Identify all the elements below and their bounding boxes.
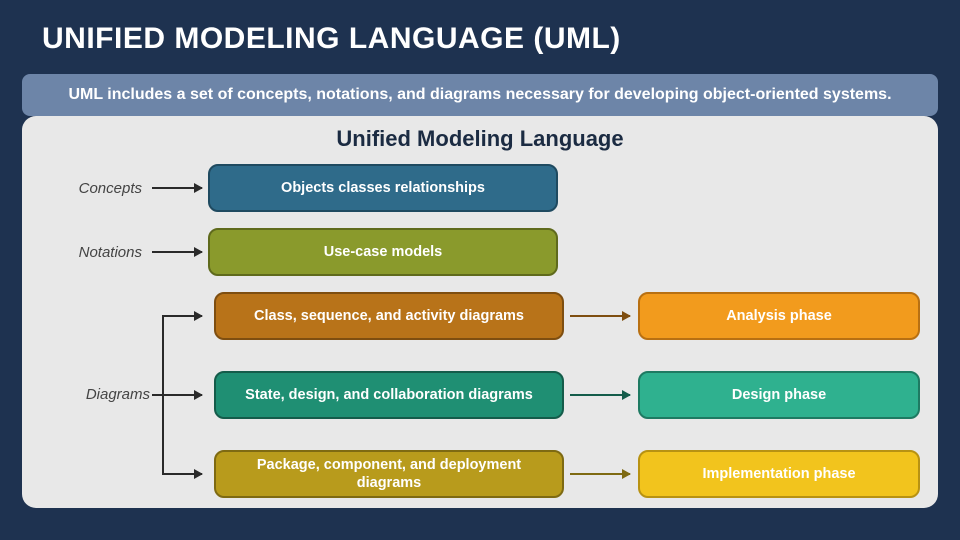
box-phase2: Design phase [638, 371, 920, 419]
row-diag2: State, design, and collaboration diagram… [208, 371, 920, 419]
label-concepts: Concepts [22, 180, 152, 197]
box-phase3: Implementation phase [638, 450, 920, 498]
arrow-icon [570, 473, 630, 475]
subtitle-bar: UML includes a set of concepts, notation… [22, 74, 938, 116]
content-panel: Unified Modeling Language Concepts Objec… [22, 116, 938, 508]
row-diag3: Package, component, and deployment diagr… [208, 450, 920, 498]
row-notations: Notations Use-case models [22, 228, 938, 276]
label-diagrams: Diagrams [22, 386, 150, 403]
label-notations: Notations [22, 244, 152, 261]
box-notations: Use-case models [208, 228, 558, 276]
arrow-icon [152, 187, 202, 189]
box-diag3: Package, component, and deployment diagr… [214, 450, 564, 498]
arrow-icon [570, 315, 630, 317]
arrow-icon [570, 394, 630, 396]
arrow-icon [152, 251, 202, 253]
box-phase1: Analysis phase [638, 292, 920, 340]
box-concepts: Objects classes relationships [208, 164, 558, 212]
slide-title: UNIFIED MODELING LANGUAGE (UML) [0, 0, 960, 56]
box-diag2: State, design, and collaboration diagram… [214, 371, 564, 419]
bracket-diagrams [152, 315, 202, 475]
panel-heading: Unified Modeling Language [22, 116, 938, 152]
row-concepts: Concepts Objects classes relationships [22, 164, 938, 212]
row-diag1: Class, sequence, and activity diagrams A… [208, 292, 920, 340]
box-diag1: Class, sequence, and activity diagrams [214, 292, 564, 340]
